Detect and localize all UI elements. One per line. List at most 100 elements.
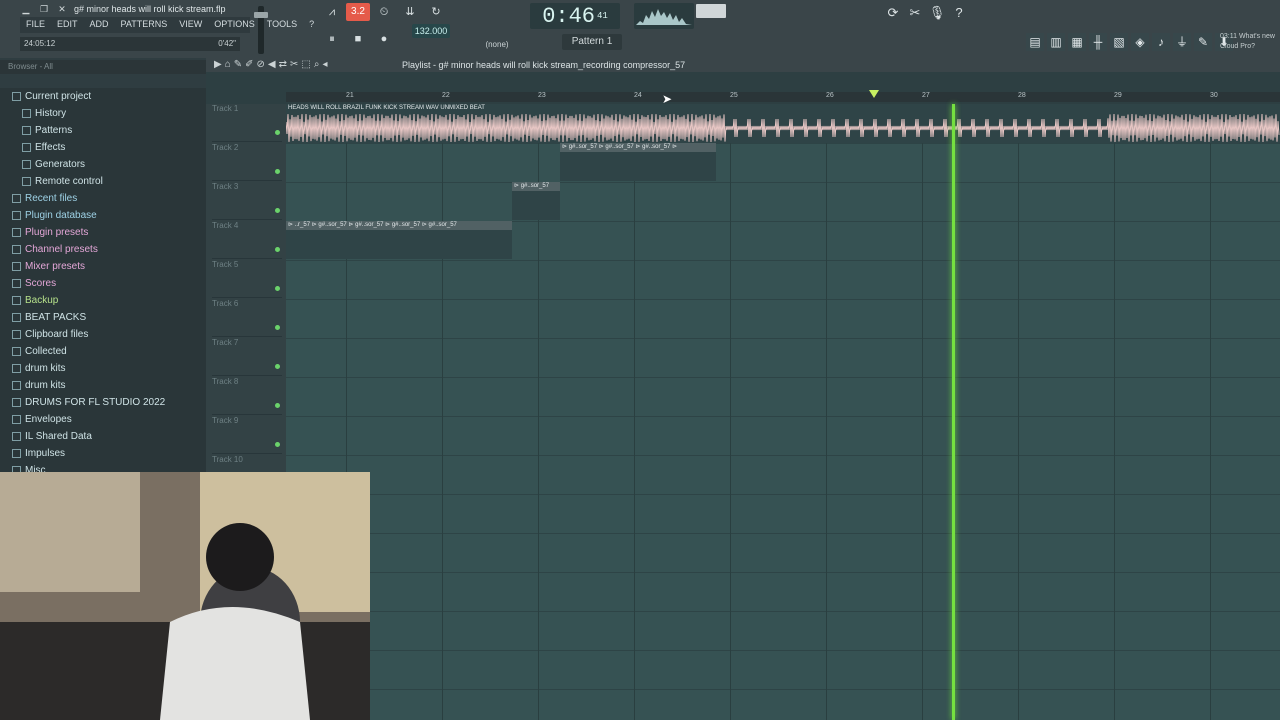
track-mute-led[interactable] (275, 364, 280, 369)
track-mute-led[interactable] (275, 247, 280, 252)
snap-selector[interactable]: (none) (478, 40, 516, 52)
browser-item[interactable]: BEAT PACKS (0, 309, 206, 326)
restore-icon[interactable]: ❐ (38, 3, 50, 15)
channel-rack-icon[interactable]: ▥ (1047, 33, 1065, 51)
paint-icon[interactable]: ✐ (245, 58, 253, 72)
track-mute-led[interactable] (275, 208, 280, 213)
browser-item[interactable]: Backup (0, 292, 206, 309)
playlist-icon[interactable]: ▤ (1026, 33, 1044, 51)
browser-item[interactable]: drum kits (0, 377, 206, 394)
browser-item[interactable]: Remote control (0, 173, 206, 190)
track-mute-led[interactable] (275, 169, 280, 174)
pattern-clip-track-3[interactable]: ⊳ g#..sor_57 (512, 182, 560, 220)
pause-icon[interactable]: ⏸ (320, 30, 344, 48)
folder-icon (22, 160, 31, 169)
record-icon[interactable]: ● (372, 30, 396, 48)
browser-item[interactable]: Misc (0, 462, 206, 472)
audio-clip-track-1[interactable]: HEADS WILL ROLL BRAZIL FUNK KICK STREAM … (286, 104, 1280, 143)
playlist-grid[interactable]: HEADS WILL ROLL BRAZIL FUNK KICK STREAM … (286, 104, 1280, 720)
track-header[interactable]: Track 5 (212, 260, 282, 298)
close-icon[interactable]: ✕ (56, 3, 68, 15)
menu-edit[interactable]: EDIT (51, 17, 84, 33)
plug-icon[interactable]: ⏚ (1173, 33, 1191, 51)
browser-item[interactable]: Plugin database (0, 207, 206, 224)
timeline-ruler[interactable]: 21 22 23 24 25 26 27 28 29 30 (286, 92, 1280, 102)
browser-item[interactable]: Plugin presets (0, 224, 206, 241)
browser-item[interactable]: DRUMS FOR FL STUDIO 2022 (0, 394, 206, 411)
track-header[interactable]: Track 3 (212, 182, 282, 220)
menu-patterns[interactable]: PATTERNS (115, 17, 174, 33)
grid-line (1018, 104, 1019, 720)
browser-item[interactable]: Channel presets (0, 241, 206, 258)
track-mute-led[interactable] (275, 325, 280, 330)
browser-item[interactable]: drum kits (0, 360, 206, 377)
browser-item[interactable]: Recent files (0, 190, 206, 207)
pattern-clip-track-4[interactable]: ⊳ ..r_57 ⊳ g#..sor_57 ⊳ g#..sor_57 ⊳ g#.… (286, 221, 512, 259)
mixer-icon[interactable]: ╫ (1089, 33, 1107, 51)
stems-icon[interactable]: ♪ (1152, 33, 1170, 51)
record-mode-button[interactable]: 3.2 (346, 3, 370, 21)
playback-icon[interactable]: ◂ (322, 58, 327, 72)
pattern-selector[interactable]: Pattern 1 (562, 34, 622, 50)
track-header[interactable]: Track 7 (212, 338, 282, 376)
step-edit-icon[interactable]: ⇊ (398, 3, 422, 21)
mic-icon[interactable]: 🎙 (928, 4, 946, 22)
track-mute-led[interactable] (275, 130, 280, 135)
browser-item[interactable]: Clipboard files (0, 326, 206, 343)
menu-options[interactable]: OPTIONS (208, 17, 261, 33)
browser-item[interactable]: Collected (0, 343, 206, 360)
plugin-picker-icon[interactable]: ◈ (1131, 33, 1149, 51)
browser-header[interactable]: Browser - All (0, 60, 206, 74)
master-volume-slider[interactable] (254, 6, 268, 54)
snap-icon[interactable]: ⌂ (225, 58, 231, 72)
browser-item[interactable]: Scores (0, 275, 206, 292)
track-mute-led[interactable] (275, 286, 280, 291)
refresh-icon[interactable]: ⟳ (884, 4, 902, 22)
pencil-icon[interactable]: ✎ (234, 58, 242, 72)
playhead-marker[interactable] (869, 90, 879, 98)
menu-view[interactable]: VIEW (173, 17, 208, 33)
menu-file[interactable]: FILE (20, 17, 51, 33)
slip-icon[interactable]: ⇄ (279, 58, 287, 72)
piano-roll-icon[interactable]: ▦ (1068, 33, 1086, 51)
slice-icon[interactable]: ✂ (290, 58, 298, 72)
browser-item[interactable]: Patterns (0, 122, 206, 139)
browser-icon[interactable]: ▧ (1110, 33, 1128, 51)
news-panel[interactable]: 03:11 What's new Cloud Pro? (1220, 32, 1280, 56)
track-header[interactable]: Track 4 (212, 221, 282, 259)
stop-icon[interactable]: ■ (346, 30, 370, 48)
delete-icon[interactable]: ⊘ (257, 58, 265, 72)
loop-record-icon[interactable]: ↻ (424, 3, 448, 21)
browser-item[interactable]: Current project (0, 88, 206, 105)
zoom-icon[interactable]: ⌕ (314, 58, 320, 72)
browser-item[interactable]: Impulses (0, 445, 206, 462)
menu-tools[interactable]: TOOLS (261, 17, 303, 33)
track-mute-led[interactable] (275, 403, 280, 408)
browser-item[interactable]: Envelopes (0, 411, 206, 428)
track-header[interactable]: Track 8 (212, 377, 282, 415)
browser-item[interactable]: Mixer presets (0, 258, 206, 275)
metronome-icon[interactable]: ⩘ (320, 3, 344, 21)
track-mute-led[interactable] (275, 442, 280, 447)
tempo-display[interactable]: 132.000 (412, 24, 450, 38)
minimize-icon[interactable]: ▁ (20, 3, 32, 15)
pattern-clip-track-2[interactable]: ⊳ g#..sor_57 ⊳ g#..sor_57 ⊳ g#..sor_57 ⊳ (560, 143, 716, 181)
track-header[interactable]: Track 2 (212, 143, 282, 181)
browser-item[interactable]: Generators (0, 156, 206, 173)
mute-icon[interactable]: ◀ (268, 58, 276, 72)
cut-icon[interactable]: ✂ (906, 4, 924, 22)
help-icon[interactable]: ? (950, 4, 968, 22)
menu-help[interactable]: ? (303, 17, 320, 33)
track-header[interactable]: Track 1 (212, 104, 282, 142)
track-header[interactable]: Track 9 (212, 416, 282, 454)
settings-icon[interactable]: ✎ (1194, 33, 1212, 51)
browser-item[interactable]: Effects (0, 139, 206, 156)
browser-item[interactable]: IL Shared Data (0, 428, 206, 445)
select-icon[interactable]: ⬚ (301, 58, 310, 72)
play-icon[interactable]: ▶ (214, 58, 222, 72)
playhead-line (952, 104, 955, 720)
countdown-icon[interactable]: ⏲ (372, 3, 396, 21)
menu-add[interactable]: ADD (84, 17, 115, 33)
track-header[interactable]: Track 6 (212, 299, 282, 337)
browser-item[interactable]: History (0, 105, 206, 122)
